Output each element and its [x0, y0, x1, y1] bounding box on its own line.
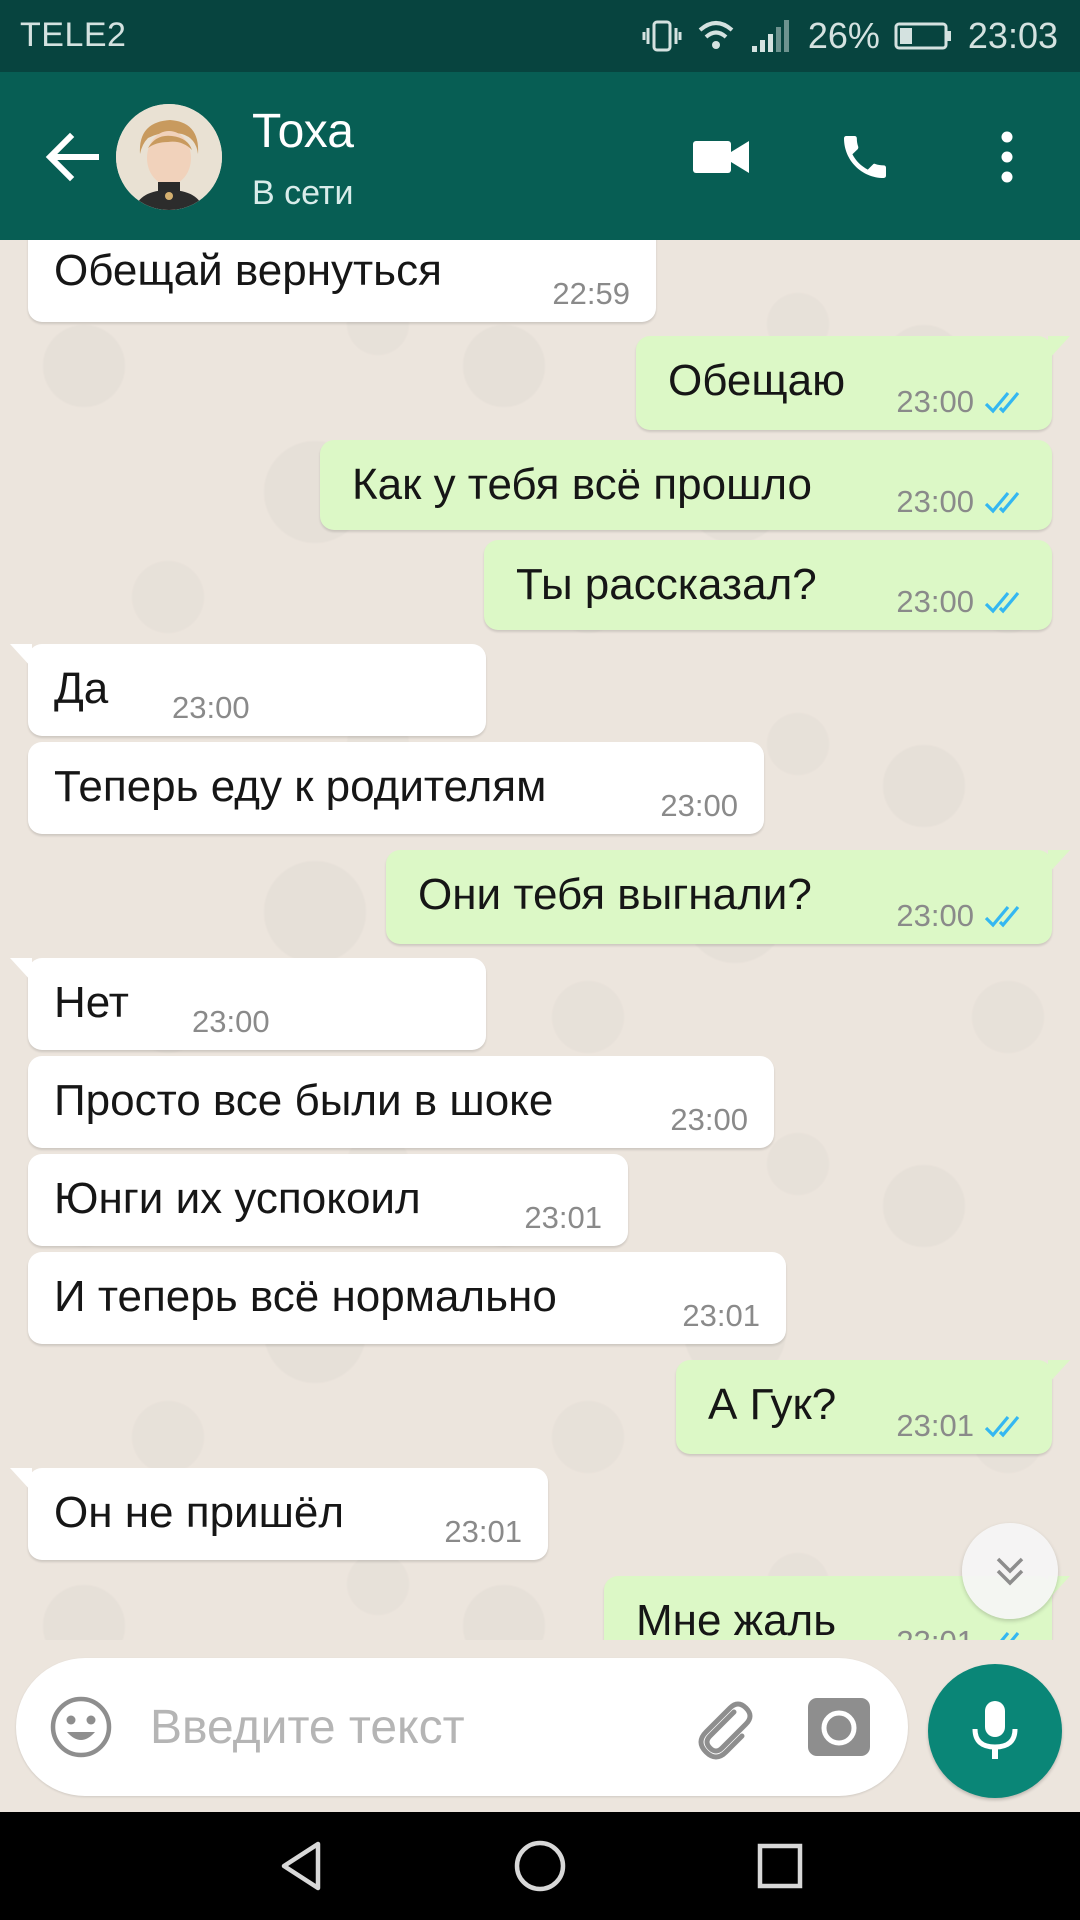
message-outgoing[interactable]: Как у тебя всё прошло 23:00 — [320, 440, 1052, 530]
bubble-tail — [1048, 1360, 1070, 1384]
emoji-button[interactable] — [48, 1694, 114, 1760]
video-call-button[interactable] — [686, 122, 756, 192]
message-incoming[interactable]: Обещай вернуться 22:59 — [28, 240, 656, 322]
message-input[interactable] — [150, 1688, 670, 1766]
battery-icon — [894, 22, 951, 50]
message-outgoing[interactable]: А Гук? 23:01 — [676, 1360, 1070, 1454]
wifi-icon — [698, 21, 734, 49]
message-incoming[interactable]: Да 23:00 — [10, 644, 486, 736]
message-incoming[interactable]: Юнги их успокоил 23:01 — [28, 1154, 628, 1246]
message-incoming[interactable]: Просто все были в шоке 23:00 — [28, 1056, 774, 1148]
nav-home-button[interactable] — [508, 1834, 572, 1898]
video-call-icon — [693, 141, 749, 173]
more-options-button[interactable] — [972, 122, 1042, 192]
message-outgoing[interactable]: Они тебя выгнали? 23:00 — [386, 850, 1070, 944]
message-text: Он не пришёл — [54, 1488, 345, 1537]
bubble-tail — [1048, 850, 1070, 874]
message-text: Теперь еду к родителям — [54, 762, 547, 811]
bubble-tail — [10, 1468, 32, 1492]
message-input-container — [16, 1658, 908, 1796]
voice-call-button[interactable] — [830, 122, 900, 192]
message-incoming[interactable]: Он не пришёл 23:01 — [10, 1468, 548, 1560]
composer-bar — [0, 1640, 1080, 1812]
phone-icon — [844, 136, 886, 178]
message-text: Обещай вернуться — [54, 246, 442, 295]
bubble-tail — [10, 644, 32, 668]
nav-back-button[interactable] — [270, 1834, 334, 1898]
bubble-tail — [10, 958, 32, 982]
message-time: 23:00 — [896, 484, 974, 519]
attach-icon — [698, 1701, 753, 1760]
camera-icon — [808, 1698, 870, 1756]
camera-button[interactable] — [806, 1694, 872, 1760]
bubble-tail — [1048, 336, 1070, 360]
scroll-down-icon — [996, 1557, 1024, 1586]
message-time: 23:00 — [896, 384, 974, 419]
double-check-icon — [984, 491, 1020, 514]
avatar-image — [116, 104, 222, 210]
message-time: 23:01 — [896, 1624, 974, 1640]
mic-icon — [972, 1701, 1018, 1759]
chat-header: Тоха В сети — [0, 72, 1080, 240]
message-time: 23:00 — [192, 1004, 270, 1039]
message-outgoing[interactable]: Обещаю 23:00 — [636, 336, 1070, 430]
nav-recents-icon — [757, 1843, 803, 1889]
message-text: Да — [54, 664, 109, 713]
back-arrow-icon — [45, 132, 99, 182]
message-time: 23:00 — [670, 1102, 748, 1137]
scroll-to-bottom-button[interactable] — [962, 1523, 1058, 1619]
battery-percent: 26% — [807, 15, 880, 56]
message-time: 23:00 — [172, 690, 250, 725]
message-text: Они тебя выгнали? — [418, 870, 812, 919]
avatar[interactable] — [116, 104, 222, 210]
status-icons: 26% 23:03 — [642, 12, 1058, 60]
message-text: А Гук? — [708, 1380, 837, 1429]
nav-home-icon — [514, 1840, 566, 1892]
message-text: Ты рассказал? — [516, 560, 817, 609]
contact-status: В сети — [252, 174, 354, 212]
nav-recents-button[interactable] — [748, 1834, 812, 1898]
double-check-icon — [984, 905, 1020, 928]
message-text: Нет — [54, 978, 129, 1027]
message-list[interactable]: Обещай вернуться 22:59 Обещаю 23:00 Как … — [0, 240, 1080, 1640]
message-time: 23:01 — [682, 1298, 760, 1333]
message-time: 23:00 — [896, 898, 974, 933]
message-text: Просто все были в шоке — [54, 1076, 554, 1125]
more-vert-icon — [1001, 131, 1013, 183]
message-time: 23:00 — [660, 788, 738, 823]
message-time: 23:00 — [896, 584, 974, 619]
emoji-icon — [50, 1696, 112, 1758]
double-check-icon — [984, 591, 1020, 614]
message-text: И теперь всё нормально — [54, 1272, 557, 1321]
message-text: Обещаю — [668, 356, 846, 405]
message-outgoing[interactable]: Ты рассказал? 23:00 — [484, 540, 1052, 630]
signal-icon — [751, 20, 789, 52]
message-time: 23:01 — [896, 1408, 974, 1443]
contact-name[interactable]: Тоха — [252, 104, 354, 159]
message-text: Юнги их успокоил — [54, 1174, 421, 1223]
message-time: 22:59 — [552, 276, 630, 311]
system-nav-bar — [0, 1812, 1080, 1920]
nav-back-icon — [281, 1841, 321, 1891]
message-incoming[interactable]: Теперь еду к родителям 23:00 — [28, 742, 764, 834]
back-button[interactable] — [38, 122, 108, 192]
voice-message-button[interactable] — [928, 1664, 1062, 1798]
message-incoming[interactable]: Нет 23:00 — [10, 958, 486, 1050]
vibrate-icon — [642, 20, 682, 52]
message-time: 23:01 — [444, 1514, 522, 1549]
message-text: Как у тебя всё прошло — [352, 460, 813, 509]
message-incoming[interactable]: И теперь всё нормально 23:01 — [28, 1252, 786, 1344]
attach-button[interactable] — [686, 1692, 758, 1764]
clock: 23:03 — [967, 15, 1058, 56]
double-check-icon — [1000, 1631, 1020, 1640]
carrier-label: TELE2 — [20, 16, 127, 54]
message-text: Мне жаль — [636, 1596, 837, 1640]
double-check-icon — [984, 391, 1020, 414]
status-bar: TELE2 26% 23:03 — [0, 0, 1080, 72]
double-check-icon — [984, 1415, 1020, 1438]
message-time: 23:01 — [524, 1200, 602, 1235]
